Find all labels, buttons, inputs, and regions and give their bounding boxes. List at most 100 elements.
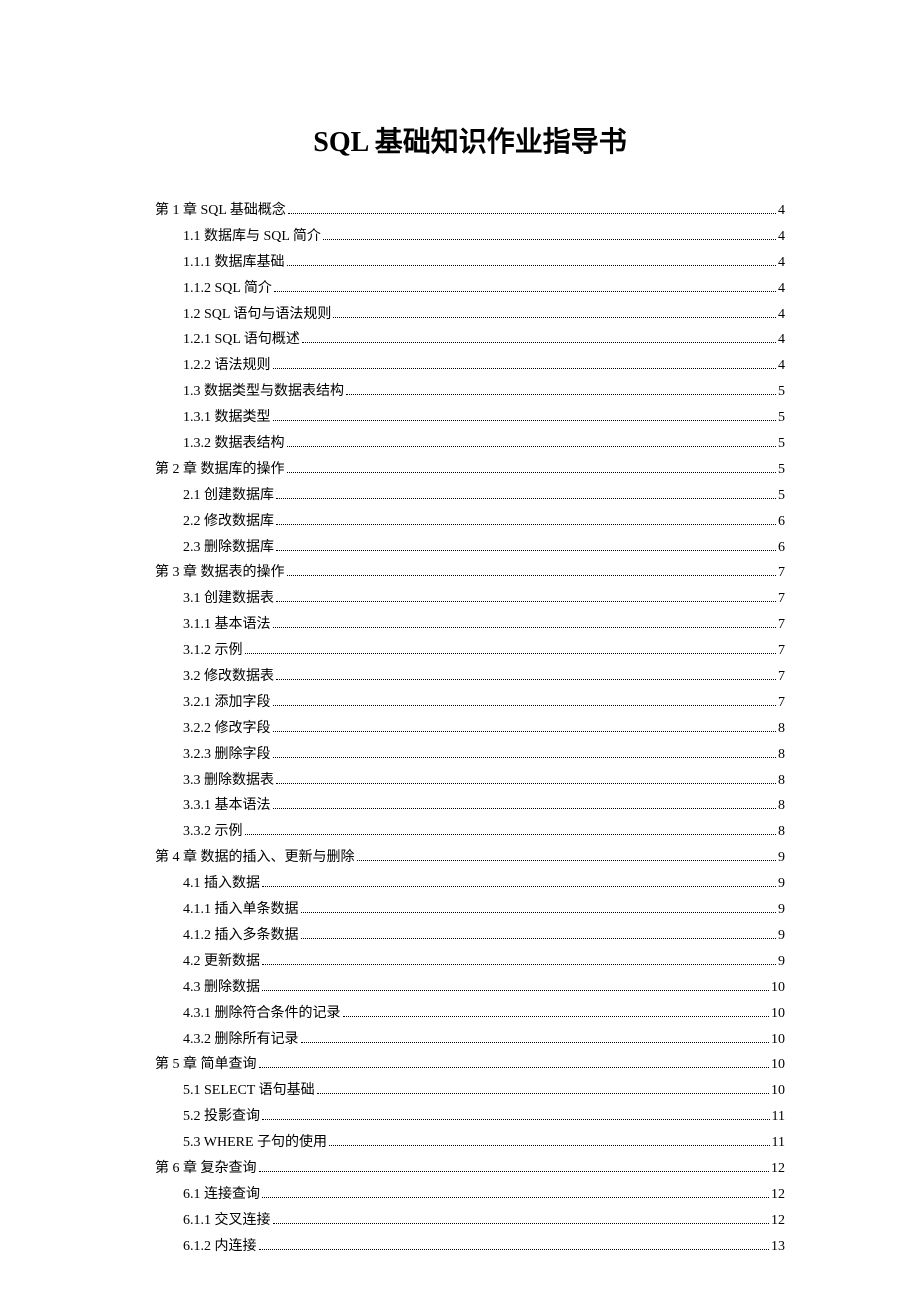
toc-leader-dots (273, 420, 777, 421)
toc-entry-page: 8 (778, 770, 785, 792)
toc-entry[interactable]: 4.3.2 删除所有记录10 (155, 1029, 785, 1051)
toc-leader-dots (317, 1093, 769, 1094)
toc-leader-dots (301, 912, 777, 913)
toc-entry[interactable]: 3.3.1 基本语法8 (155, 795, 785, 817)
toc-entry[interactable]: 5.2 投影查询11 (155, 1106, 785, 1128)
toc-entry-label: 6.1.2 内连接 (183, 1236, 257, 1258)
toc-entry[interactable]: 第 6 章 复杂查询12 (155, 1158, 785, 1180)
toc-entry[interactable]: 4.1.2 插入多条数据 9 (155, 925, 785, 947)
toc-entry-label: 第 3 章 数据表的操作 (155, 562, 285, 584)
toc-entry-label: 第 6 章 复杂查询 (155, 1158, 257, 1180)
toc-entry[interactable]: 2.1 创建数据库5 (155, 485, 785, 507)
toc-entry[interactable]: 第 4 章 数据的插入、更新与删除9 (155, 847, 785, 869)
toc-leader-dots (287, 265, 777, 266)
toc-entry-label: 5.3 WHERE 子句的使用 (183, 1132, 327, 1154)
toc-leader-dots (287, 575, 777, 576)
toc-entry[interactable]: 3.2.3 删除字段 8 (155, 744, 785, 766)
toc-entry-page: 11 (772, 1132, 785, 1154)
toc-entry-page: 7 (778, 640, 785, 662)
toc-entry[interactable]: 2.2 修改数据库 6 (155, 511, 785, 533)
toc-entry-page: 8 (778, 744, 785, 766)
toc-leader-dots (259, 1249, 770, 1250)
toc-entry-page: 9 (778, 899, 785, 921)
toc-entry-label: 2.2 修改数据库 (183, 511, 274, 533)
toc-entry-page: 10 (771, 1080, 785, 1102)
toc-entry-label: 3.3.2 示例 (183, 821, 243, 843)
toc-entry[interactable]: 4.3 删除数据 10 (155, 977, 785, 999)
toc-leader-dots (333, 317, 776, 318)
toc-entry[interactable]: 5.1 SELECT 语句基础 10 (155, 1080, 785, 1102)
toc-leader-dots (262, 886, 776, 887)
toc-entry[interactable]: 1.2.2 语法规则4 (155, 355, 785, 377)
toc-entry-label: 6.1.1 交叉连接 (183, 1210, 271, 1232)
toc-entry-page: 5 (778, 459, 785, 481)
toc-entry[interactable]: 第 1 章 SQL 基础概念4 (155, 200, 785, 222)
toc-entry-page: 7 (778, 562, 785, 584)
toc-entry[interactable]: 1.3.1 数据类型5 (155, 407, 785, 429)
toc-entry[interactable]: 3.1.1 基本语法 7 (155, 614, 785, 636)
toc-leader-dots (288, 213, 776, 214)
toc-entry-label: 5.1 SELECT 语句基础 (183, 1080, 315, 1102)
document-title: SQL 基础知识作业指导书 (155, 120, 785, 160)
toc-entry-page: 9 (778, 925, 785, 947)
toc-entry[interactable]: 3.1 创建数据表7 (155, 588, 785, 610)
table-of-contents: 第 1 章 SQL 基础概念4 1.1 数据库与 SQL 简介 4 1.1.1 数据库… (155, 200, 785, 1258)
toc-entry-page: 4 (778, 355, 785, 377)
toc-entry[interactable]: 6.1.2 内连接13 (155, 1236, 785, 1258)
toc-entry-page: 7 (778, 692, 785, 714)
toc-entry[interactable]: 1.2 SQL 语句与语法规则4 (155, 304, 785, 326)
toc-entry-label: 4.2 更新数据 (183, 951, 260, 973)
toc-entry-page: 4 (778, 226, 785, 248)
toc-leader-dots (262, 1119, 770, 1120)
toc-entry-label: 1.1.2 SQL 简介 (183, 278, 272, 300)
toc-entry-label: 1.1 数据库与 SQL 简介 (183, 226, 321, 248)
toc-entry[interactable]: 3.3 删除数据表8 (155, 770, 785, 792)
toc-leader-dots (262, 964, 776, 965)
toc-leader-dots (245, 834, 777, 835)
toc-entry-page: 4 (778, 200, 785, 222)
toc-entry[interactable]: 4.1.1 插入单条数据9 (155, 899, 785, 921)
toc-entry[interactable]: 4.2 更新数据9 (155, 951, 785, 973)
toc-entry[interactable]: 1.2.1 SQL 语句概述4 (155, 329, 785, 351)
toc-entry-page: 6 (778, 511, 785, 533)
toc-entry-page: 4 (778, 329, 785, 351)
toc-entry[interactable]: 1.3.2 数据表结构5 (155, 433, 785, 455)
toc-entry[interactable]: 1.1.1 数据库基础4 (155, 252, 785, 274)
toc-entry[interactable]: 第 3 章 数据表的操作 7 (155, 562, 785, 584)
toc-entry-label: 3.2.2 修改字段 (183, 718, 271, 740)
toc-entry-page: 12 (771, 1210, 785, 1232)
toc-leader-dots (262, 990, 769, 991)
toc-entry-label: 3.2.3 删除字段 (183, 744, 271, 766)
toc-entry[interactable]: 第 5 章 简单查询10 (155, 1054, 785, 1076)
toc-entry-label: 3.3.1 基本语法 (183, 795, 271, 817)
toc-entry[interactable]: 6.1 连接查询12 (155, 1184, 785, 1206)
toc-entry-page: 7 (778, 614, 785, 636)
toc-leader-dots (276, 524, 776, 525)
toc-entry-label: 3.1.1 基本语法 (183, 614, 271, 636)
toc-entry[interactable]: 5.3 WHERE 子句的使用 11 (155, 1132, 785, 1154)
toc-entry[interactable]: 4.3.1 删除符合条件的记录10 (155, 1003, 785, 1025)
toc-entry-label: 1.1.1 数据库基础 (183, 252, 285, 274)
toc-entry-label: 4.3 删除数据 (183, 977, 260, 999)
toc-entry[interactable]: 第 2 章 数据库的操作5 (155, 459, 785, 481)
toc-entry[interactable]: 3.2.2 修改字段8 (155, 718, 785, 740)
toc-entry[interactable]: 3.2 修改数据表7 (155, 666, 785, 688)
toc-entry-page: 7 (778, 666, 785, 688)
toc-entry[interactable]: 3.1.2 示例7 (155, 640, 785, 662)
toc-entry[interactable]: 1.3 数据类型与数据表结构5 (155, 381, 785, 403)
toc-leader-dots (273, 808, 777, 809)
toc-entry-label: 4.1.2 插入多条数据 (183, 925, 299, 947)
toc-entry-label: 1.3 数据类型与数据表结构 (183, 381, 344, 403)
toc-entry-label: 3.1 创建数据表 (183, 588, 274, 610)
toc-entry[interactable]: 1.1 数据库与 SQL 简介 4 (155, 226, 785, 248)
toc-entry-label: 6.1 连接查询 (183, 1184, 260, 1206)
toc-entry[interactable]: 1.1.2 SQL 简介4 (155, 278, 785, 300)
toc-entry-page: 9 (778, 873, 785, 895)
toc-leader-dots (323, 239, 776, 240)
toc-entry[interactable]: 4.1 插入数据9 (155, 873, 785, 895)
toc-entry[interactable]: 6.1.1 交叉连接 12 (155, 1210, 785, 1232)
toc-entry[interactable]: 3.2.1 添加字段7 (155, 692, 785, 714)
toc-entry[interactable]: 3.3.2 示例8 (155, 821, 785, 843)
toc-entry[interactable]: 2.3 删除数据库6 (155, 537, 785, 559)
toc-entry-page: 10 (771, 977, 785, 999)
